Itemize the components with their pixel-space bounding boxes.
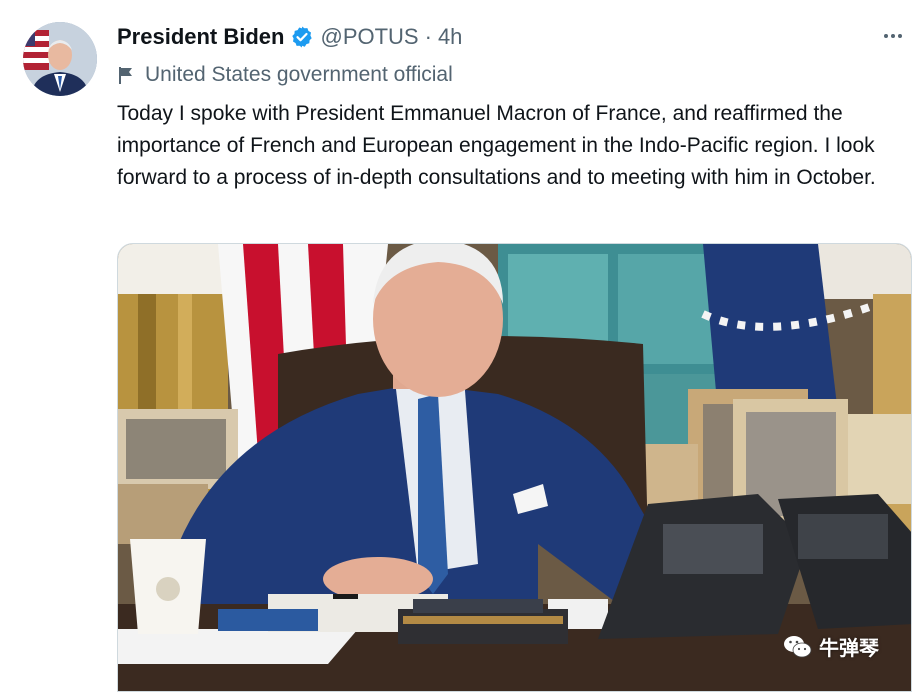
watermark: 牛弹琴 (783, 632, 879, 661)
watermark-text: 牛弹琴 (819, 638, 879, 660)
wechat-icon (784, 635, 812, 657)
verified-badge-icon (292, 26, 313, 48)
author-handle[interactable]: @POTUS (320, 24, 418, 50)
avatar[interactable] (23, 22, 97, 96)
flag-icon (119, 67, 132, 84)
more-dot (884, 34, 888, 38)
tweet-text: Today I spoke with President Emmanuel Ma… (117, 102, 876, 189)
tweet-photo[interactable]: 牛弹琴 (117, 243, 912, 692)
account-label[interactable]: United States government official (117, 60, 453, 90)
more-dot (898, 34, 902, 38)
tweet-header: President Biden @POTUS · 4h (117, 20, 462, 54)
photo-scene (118, 244, 911, 691)
more-dot (891, 34, 895, 38)
account-label-text: United States government official (145, 63, 453, 86)
separator: · (424, 24, 432, 49)
tweet[interactable]: President Biden @POTUS · 4h United State… (0, 0, 920, 692)
more-options-icon[interactable] (878, 24, 908, 48)
timestamp[interactable]: 4h (438, 24, 462, 50)
author-name[interactable]: President Biden (117, 24, 284, 50)
avatar-image (23, 22, 97, 96)
